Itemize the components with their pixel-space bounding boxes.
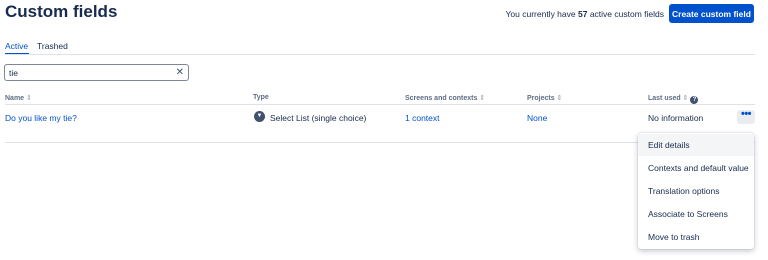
sort-icon: ⇕ xyxy=(682,95,689,102)
count-value: 57 xyxy=(577,9,588,19)
more-actions-button[interactable]: ••• xyxy=(737,108,755,124)
sort-icon: ⇕ xyxy=(556,95,563,102)
create-custom-field-button[interactable]: Create custom field xyxy=(669,4,754,23)
projects-link[interactable]: None xyxy=(527,113,547,123)
tabs-divider xyxy=(5,54,755,55)
screens-contexts-link[interactable]: 1 context xyxy=(405,113,440,123)
column-header-type: Type xyxy=(253,94,269,101)
more-horizontal-icon: ••• xyxy=(740,108,752,120)
search-field: ✕ xyxy=(4,64,189,81)
close-icon[interactable]: ✕ xyxy=(176,67,184,78)
tab-active[interactable]: Active xyxy=(5,41,28,51)
header-divider xyxy=(5,104,755,105)
actions-dropdown-menu: Edit details Contexts and default value … xyxy=(638,133,754,249)
menu-item-translation-options[interactable]: Translation options xyxy=(638,180,754,202)
field-type: Select List (single choice) xyxy=(270,113,367,123)
active-count-text: You currently have 57 active custom fiel… xyxy=(506,9,664,19)
field-name-link[interactable]: Do you like my tie? xyxy=(5,113,77,123)
page-title: Custom fields xyxy=(5,2,118,21)
column-header-label: Screens and contexts xyxy=(405,95,478,102)
tab-trashed[interactable]: Trashed xyxy=(37,41,68,51)
count-prefix: You currently have xyxy=(505,9,576,19)
column-header-label: Name xyxy=(5,95,25,102)
column-header-label: Last used xyxy=(648,95,681,102)
last-used-value: No information xyxy=(648,113,704,123)
menu-item-associate-screens[interactable]: Associate to Screens xyxy=(638,203,754,225)
menu-item-move-to-trash[interactable]: Move to trash xyxy=(638,226,754,248)
column-header-last-used[interactable]: Last used ⇕ ? xyxy=(648,94,699,104)
count-suffix: active custom fields xyxy=(589,9,664,19)
column-header-label: Projects xyxy=(527,95,555,102)
column-header-screens[interactable]: Screens and contexts ⇕ xyxy=(405,94,485,102)
menu-item-edit-details[interactable]: Edit details xyxy=(638,134,754,156)
sort-icon: ⇕ xyxy=(26,95,32,102)
menu-item-contexts-default-value[interactable]: Contexts and default value xyxy=(638,157,754,179)
column-header-projects[interactable]: Projects ⇕ xyxy=(527,94,562,102)
sort-icon: ⇕ xyxy=(479,95,486,102)
help-icon[interactable]: ? xyxy=(690,96,699,104)
column-header-label: Type xyxy=(253,94,269,101)
column-header-name[interactable]: Name ⇕ xyxy=(5,94,32,102)
chevron-down-icon: ▼ xyxy=(254,111,265,122)
search-input[interactable] xyxy=(9,66,169,79)
